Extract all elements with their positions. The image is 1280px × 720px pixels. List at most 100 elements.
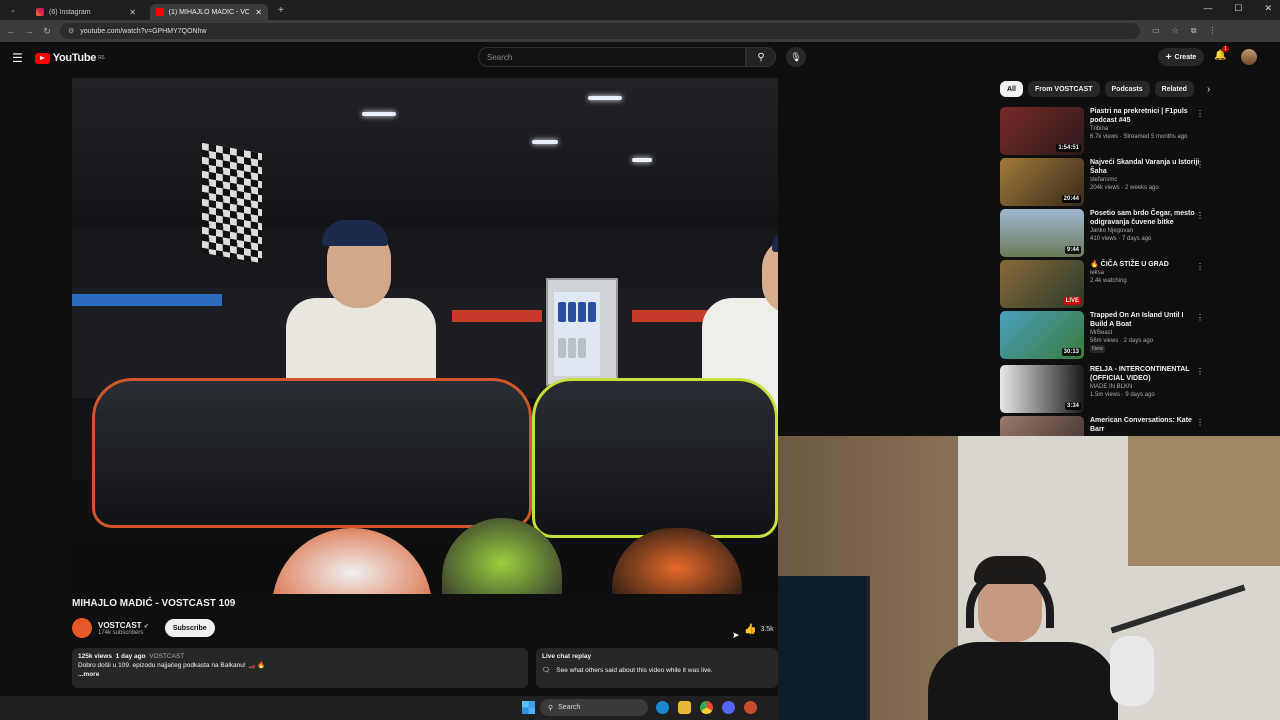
chrome-icon[interactable] — [700, 701, 713, 714]
channel-name[interactable]: stefansmc — [1090, 176, 1200, 184]
forward-icon[interactable]: → — [20, 26, 38, 36]
list-item[interactable]: 9:44 Posetio sam brdo Čegar, mesto odigr… — [1000, 209, 1280, 257]
file-explorer-icon[interactable] — [678, 701, 691, 714]
tab-instagram[interactable]: (6) Instagram ✕ — [30, 4, 142, 20]
chip-all[interactable]: All — [1000, 81, 1023, 97]
video-meta: 56m views · 2 days ago — [1090, 338, 1154, 344]
taskbar-search[interactable]: ⚲ Search — [540, 699, 648, 716]
channel-avatar[interactable] — [72, 618, 92, 638]
chip-related[interactable]: Related — [1154, 81, 1194, 97]
live-chat-replay-box[interactable]: Live chat replay 🗨 See what others said a… — [536, 648, 778, 688]
duration-badge: 30:13 — [1061, 348, 1081, 356]
channel-name[interactable]: Janko Njegovan — [1090, 227, 1200, 235]
hamburger-menu-icon[interactable]: ☰ — [12, 51, 23, 65]
video-meta: 1.5m views · 9 days ago — [1090, 392, 1155, 398]
search-button[interactable]: ⚲ — [746, 47, 776, 67]
video-title[interactable]: American Conversations: Kate Barr — [1090, 416, 1200, 434]
account-avatar[interactable] — [1241, 49, 1257, 65]
live-chat-text: See what others said about this video wh… — [556, 667, 713, 674]
channel-tag[interactable]: VOSTCAST — [149, 653, 184, 660]
more-options-icon[interactable]: ⋮ — [1196, 160, 1204, 169]
close-window-icon[interactable]: ✕ — [1264, 3, 1272, 14]
video-frame-can — [588, 302, 596, 322]
live-badge: LIVE — [1063, 297, 1081, 305]
voice-search-button[interactable]: 🎙 — [786, 47, 806, 67]
app-icon[interactable] — [744, 701, 757, 714]
chevron-right-icon[interactable]: › — [1207, 84, 1210, 95]
description-box[interactable]: 125k views 1 day ago VOSTCAST Dobro došl… — [72, 648, 528, 688]
video-player[interactable] — [72, 78, 778, 594]
channel-name[interactable]: Tribina — [1090, 125, 1200, 133]
video-thumbnail[interactable]: 20:44 — [1000, 158, 1084, 206]
url-text: youtube.com/watch?v=GPHMY7QONhw — [80, 27, 207, 35]
video-meta: 410 views · 7 days ago — [1090, 236, 1152, 242]
new-tab-button[interactable]: + — [278, 5, 284, 16]
cast-icon[interactable]: ▭ — [1152, 26, 1160, 36]
extensions-icon[interactable]: ⧉ — [1191, 26, 1197, 36]
video-title[interactable]: Trapped On An Island Until I Build A Boa… — [1090, 311, 1200, 329]
menu-icon[interactable]: ⋮ — [1208, 26, 1216, 36]
microphone-icon: 🎙 — [790, 51, 802, 62]
video-thumbnail[interactable]: 30:13 — [1000, 311, 1084, 359]
video-thumbnail[interactable]: 9:44 — [1000, 209, 1084, 257]
video-thumbnail[interactable]: 1:54:51 — [1000, 107, 1084, 155]
windows-start-icon[interactable] — [522, 701, 535, 714]
back-icon[interactable]: ← — [2, 26, 20, 36]
channel-name[interactable]: leksa — [1090, 269, 1200, 277]
chip-podcasts[interactable]: Podcasts — [1104, 81, 1150, 97]
discord-icon[interactable] — [722, 701, 735, 714]
chip-from-vostcast[interactable]: From VOSTCAST — [1027, 81, 1100, 97]
tab-list-icon[interactable]: ⌄ — [4, 6, 22, 14]
bookmark-star-icon[interactable]: ☆ — [1172, 26, 1179, 36]
list-item[interactable]: 1:54:51 Piastri na prekretnici | F1puls … — [1000, 107, 1280, 155]
edge-icon[interactable] — [656, 701, 669, 714]
verified-icon: ✔ — [143, 623, 149, 630]
video-thumbnail[interactable] — [1000, 416, 1084, 438]
video-title[interactable]: Najveći Skandal Varanja u Istoriji Šaha — [1090, 158, 1200, 176]
video-title[interactable]: Posetio sam brdo Čegar, mesto odigravanj… — [1090, 209, 1200, 227]
video-frame-can — [578, 338, 586, 358]
subscribe-button[interactable]: Subscribe — [164, 619, 215, 637]
video-title[interactable]: 🔥 ČIČA STIŽE U GRAD — [1090, 260, 1200, 269]
list-item[interactable]: LIVE 🔥 ČIČA STIŽE U GRAD leksa 2.4k watchi… — [1000, 260, 1280, 308]
like-button[interactable]: 👍 3.5k — [744, 624, 774, 635]
more-options-icon[interactable]: ⋮ — [1196, 211, 1204, 220]
tab-youtube[interactable]: (1) MIHAJLO MADIĆ - VOSTCAS ✕ — [150, 4, 268, 20]
browser-tab-strip: ⌄ (6) Instagram ✕ (1) MIHAJLO MADIĆ - VO… — [0, 0, 1280, 20]
close-tab-icon[interactable]: ✕ — [123, 8, 136, 17]
minimize-icon[interactable]: — — [1203, 3, 1212, 14]
video-title[interactable]: Piastri na prekretnici | F1puls podcast … — [1090, 107, 1200, 125]
upload-age: 1 day ago — [115, 653, 146, 660]
more-options-icon[interactable]: ⋮ — [1196, 313, 1204, 322]
video-meta: 204k views · 2 weeks ago — [1090, 185, 1159, 191]
url-field[interactable]: ⚙ youtube.com/watch?v=GPHMY7QONhw — [60, 23, 1140, 39]
create-button[interactable]: + Create — [1158, 48, 1204, 66]
video-thumbnail[interactable]: 3:34 — [1000, 365, 1084, 413]
video-frame-barrier — [72, 294, 222, 306]
reload-icon[interactable]: ↻ — [38, 26, 56, 37]
channel-name[interactable]: VOSTCAST — [98, 621, 142, 630]
close-tab-icon[interactable]: ✕ — [249, 8, 262, 17]
video-thumbnail[interactable]: LIVE — [1000, 260, 1084, 308]
notification-badge: 1 — [1222, 46, 1229, 52]
list-item[interactable]: 20:44 Najveći Skandal Varanja u Istoriji… — [1000, 158, 1280, 206]
list-item[interactable]: 3:34 RELJA - INTERCONTINENTAL (OFFICIAL … — [1000, 365, 1280, 413]
list-item[interactable]: American Conversations: Kate Barr ⋮ — [1000, 416, 1280, 438]
list-item[interactable]: 30:13 Trapped On An Island Until I Build… — [1000, 311, 1280, 359]
channel-name[interactable]: MrBeast — [1090, 329, 1200, 337]
more-options-icon[interactable]: ⋮ — [1196, 367, 1204, 376]
youtube-logo[interactable]: YouTube RS — [34, 52, 105, 64]
tab-label: (6) Instagram — [49, 8, 91, 16]
search-input[interactable]: Search — [478, 47, 746, 67]
more-options-icon[interactable]: ⋮ — [1196, 262, 1204, 271]
search-icon: ⚲ — [548, 704, 554, 712]
windows-taskbar: ⚲ Search — [0, 696, 778, 720]
show-more-link[interactable]: ...more — [78, 670, 522, 679]
more-options-icon[interactable]: ⋮ — [1196, 109, 1204, 118]
more-options-icon[interactable]: ⋮ — [1196, 418, 1204, 427]
duration-badge: 1:54:51 — [1056, 144, 1081, 152]
maximize-icon[interactable]: ☐ — [1234, 3, 1242, 14]
site-info-icon[interactable]: ⚙ — [68, 27, 74, 35]
video-title[interactable]: RELJA - INTERCONTINENTAL (OFFICIAL VIDEO… — [1090, 365, 1200, 383]
channel-name[interactable]: MADE IN BLKN — [1090, 383, 1200, 391]
